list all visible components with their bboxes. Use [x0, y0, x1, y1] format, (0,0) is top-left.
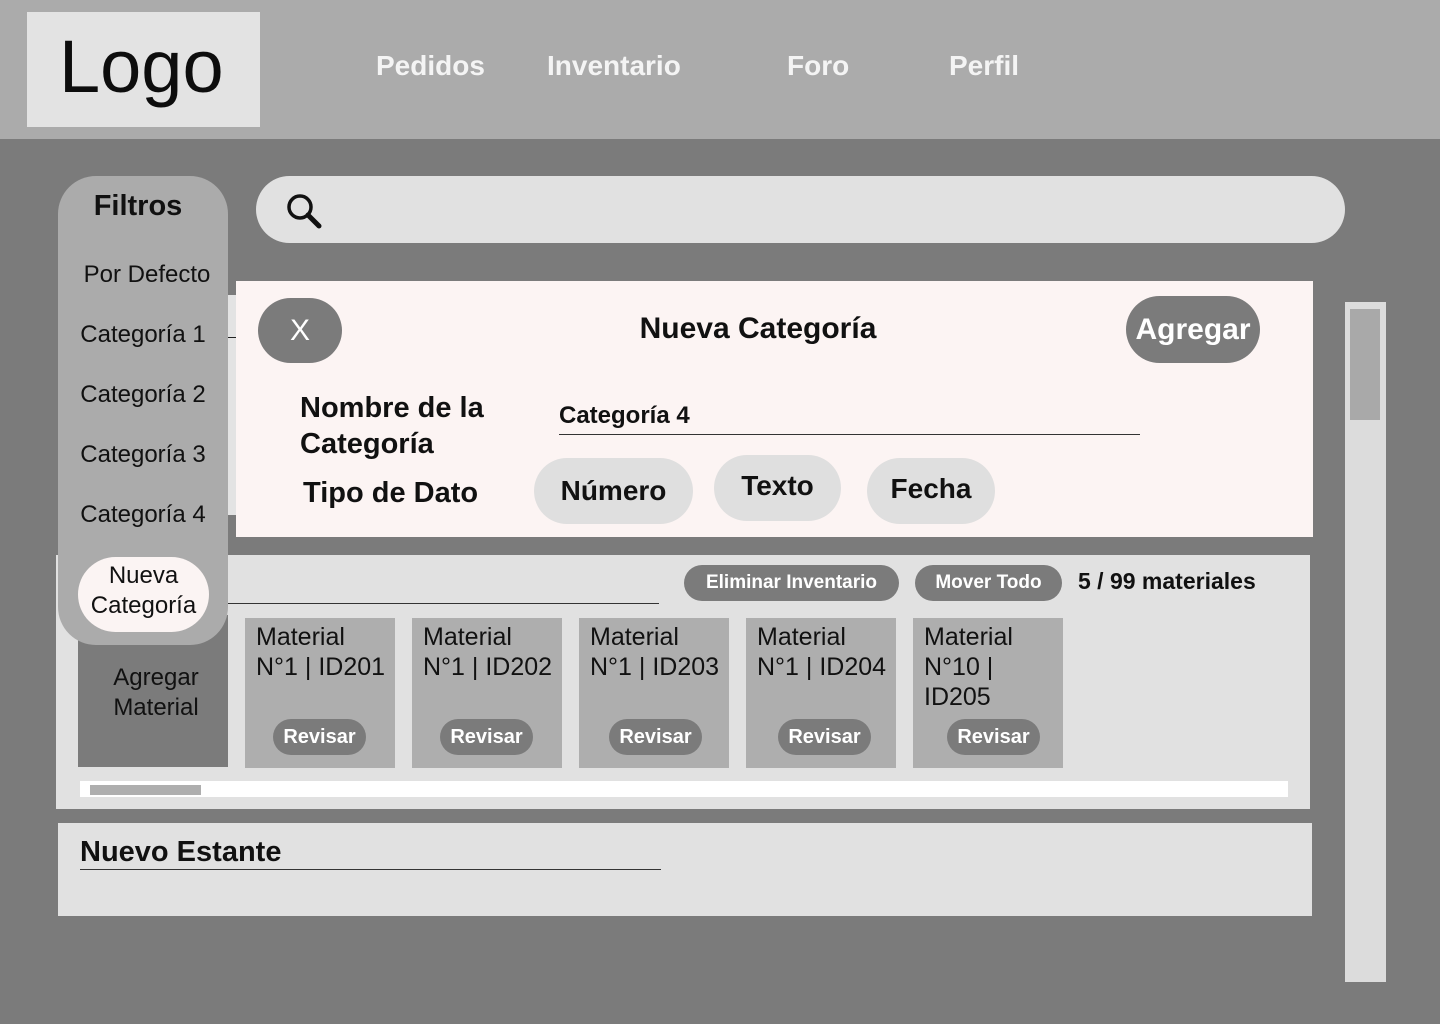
type-texto-button[interactable]: Texto — [714, 455, 841, 521]
delete-inventory-button[interactable]: Eliminar Inventario — [684, 565, 899, 601]
material-count: 5 / 99 materiales — [1078, 568, 1256, 594]
horizontal-scrollbar[interactable] — [80, 781, 1288, 797]
filter-category-4[interactable]: Categoría 4 — [58, 501, 228, 529]
material-card[interactable]: Material N°1 | ID203 Revisar — [579, 618, 729, 768]
nav-foro[interactable]: Foro — [787, 50, 849, 82]
nav-inventario[interactable]: Inventario — [547, 50, 681, 82]
material-label: Material N°1 | ID204 — [757, 623, 887, 681]
material-label: Material N°1 | ID203 — [590, 623, 720, 681]
type-fecha-button[interactable]: Fecha — [867, 458, 995, 524]
review-button[interactable]: Revisar — [778, 719, 871, 755]
review-button[interactable]: Revisar — [947, 719, 1040, 755]
review-button[interactable]: Revisar — [609, 719, 702, 755]
category-name-input[interactable]: Categoría 4 — [559, 402, 690, 430]
material-label: Material N°1 | ID202 — [423, 623, 553, 681]
category-name-label: Nombre de la Categoría — [300, 392, 484, 460]
filter-category-2[interactable]: Categoría 2 — [58, 381, 228, 409]
nav-pedidos[interactable]: Pedidos — [376, 50, 485, 82]
material-card[interactable]: Material N°1 | ID204 Revisar — [746, 618, 896, 768]
close-button[interactable]: X — [258, 298, 342, 363]
material-label: Material N°1 | ID201 — [256, 623, 386, 681]
review-button[interactable]: Revisar — [440, 719, 533, 755]
vertical-scroll-thumb[interactable] — [1350, 309, 1380, 420]
filter-category-1[interactable]: Categoría 1 — [58, 321, 228, 349]
filter-default[interactable]: Por Defecto — [62, 261, 232, 289]
shelf-name-underline — [228, 603, 659, 604]
material-label: Material N°10 | ID205 — [924, 623, 1013, 711]
review-button[interactable]: Revisar — [273, 719, 366, 755]
data-type-label: Tipo de Dato — [303, 477, 479, 509]
modal-title: Nueva Categoría — [639, 312, 877, 345]
add-category-button[interactable]: Agregar — [1126, 296, 1260, 363]
material-card[interactable]: Material N°1 | ID202 Revisar — [412, 618, 562, 768]
logo[interactable]: Logo — [27, 12, 260, 127]
search-icon[interactable] — [286, 193, 322, 229]
material-card[interactable]: Material N°10 | ID205 Revisar — [913, 618, 1063, 768]
filter-category-3[interactable]: Categoría 3 — [58, 441, 228, 469]
move-all-button[interactable]: Mover Todo — [915, 565, 1062, 601]
type-numero-button[interactable]: Número — [534, 458, 693, 524]
new-shelf-title[interactable]: Nuevo Estante — [80, 836, 281, 869]
input-underline — [559, 434, 1140, 435]
search-bar[interactable] — [256, 176, 1345, 243]
filters-title[interactable]: Filtros — [58, 190, 218, 223]
nav-perfil[interactable]: Perfil — [949, 50, 1019, 82]
new-category-button[interactable]: Nueva Categoría — [78, 557, 209, 632]
material-card[interactable]: Material N°1 | ID201 Revisar — [245, 618, 395, 768]
new-shelf-underline — [80, 869, 661, 870]
horizontal-scroll-thumb[interactable] — [90, 785, 201, 795]
